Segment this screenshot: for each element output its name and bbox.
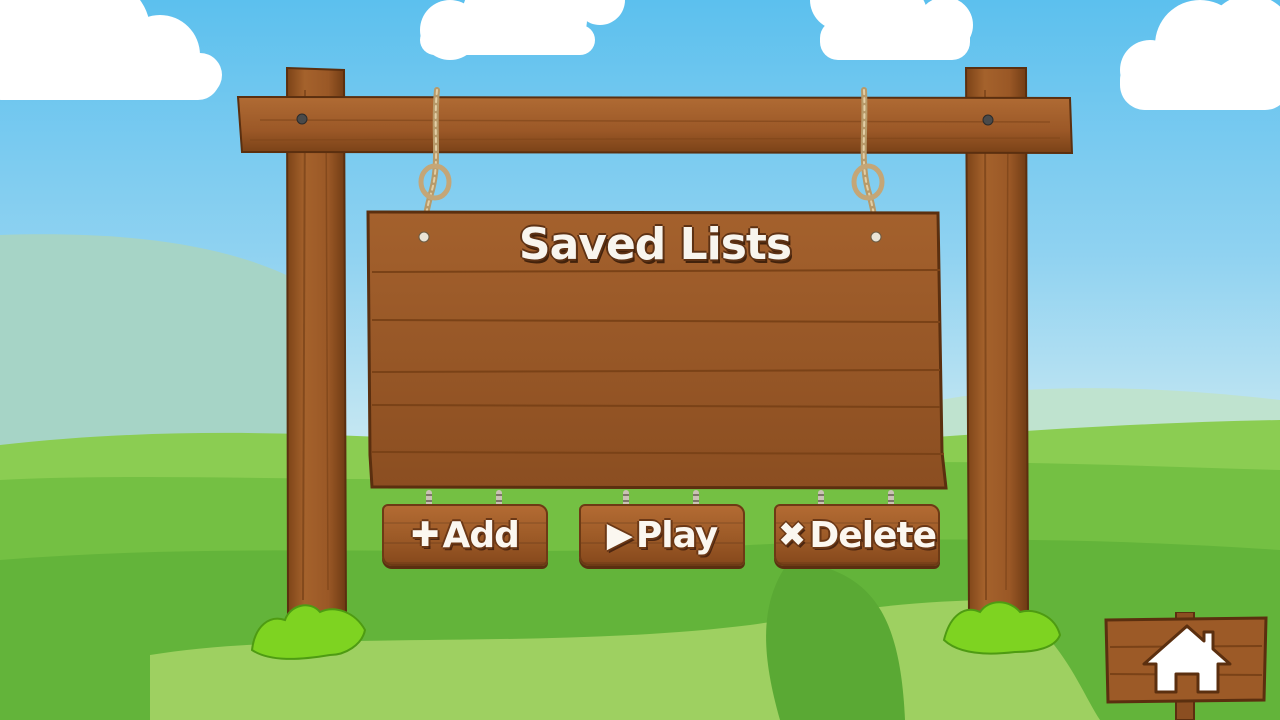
game-scene: Saved Lists ✚ Add ▶ Play ✖ Delete <box>0 0 1280 720</box>
plus-icon: ✚ <box>411 515 439 555</box>
play-button-label: Play <box>635 514 718 556</box>
home-button[interactable] <box>1104 611 1270 720</box>
add-button-label: Add <box>442 514 520 556</box>
saved-lists-area[interactable] <box>390 285 920 460</box>
delete-button[interactable]: ✖ Delete <box>774 490 940 580</box>
top-beam <box>236 95 1074 155</box>
close-icon: ✖ <box>777 515 806 555</box>
page-title: Saved Lists <box>518 218 792 270</box>
home-icon <box>1104 611 1268 720</box>
play-button[interactable]: ▶ Play <box>579 490 745 580</box>
delete-button-label: Delete <box>809 514 937 556</box>
grass-tufts <box>250 601 1062 660</box>
play-icon: ▶ <box>606 515 633 555</box>
add-button[interactable]: ✚ Add <box>382 490 548 580</box>
